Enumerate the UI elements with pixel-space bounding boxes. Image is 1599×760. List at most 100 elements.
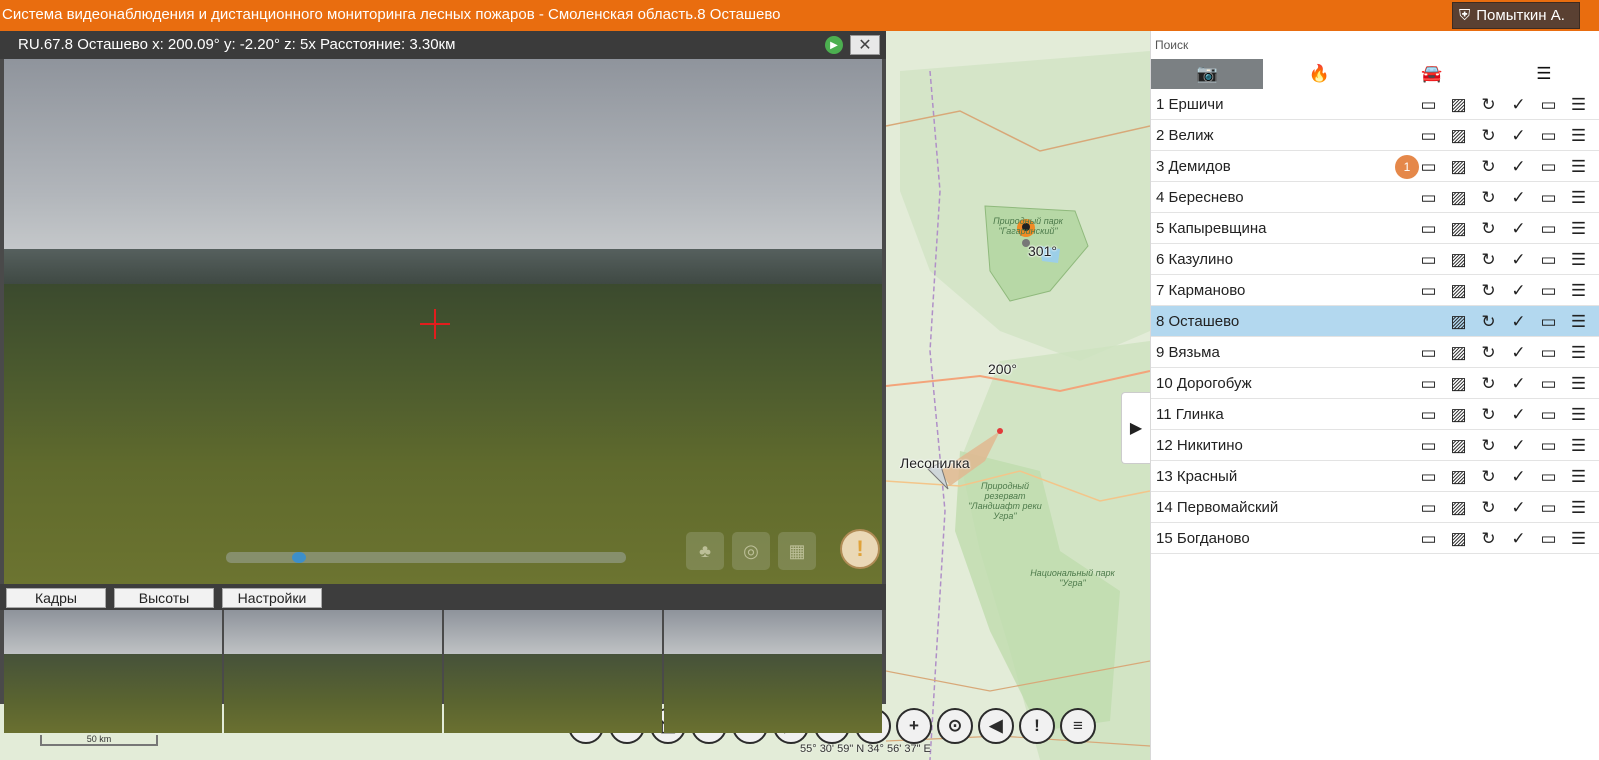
gallery-icon[interactable]: ▨ <box>1446 526 1471 551</box>
camera-row[interactable]: 6 Казулино ▭ ▨ ↻ ✓ ▭ ☰ <box>1151 244 1599 275</box>
camera-row[interactable]: 11 Глинка ▭ ▨ ↻ ✓ ▭ ☰ <box>1151 399 1599 430</box>
video-camera-icon[interactable]: ▭ <box>1416 340 1441 365</box>
video-camera-icon[interactable]: ▭ <box>1416 371 1441 396</box>
monitor-icon[interactable]: ▭ <box>1536 123 1561 148</box>
playback-progress[interactable] <box>226 552 626 563</box>
refresh-icon[interactable]: ↻ <box>1476 247 1501 272</box>
refresh-icon[interactable]: ↻ <box>1476 154 1501 179</box>
frame-thumbnail[interactable] <box>444 610 662 733</box>
server-icon[interactable]: ☰ <box>1566 309 1591 334</box>
refresh-icon[interactable]: ↻ <box>1476 402 1501 427</box>
tab-heights[interactable]: Высоты <box>114 588 214 608</box>
check-circle-icon[interactable]: ✓ <box>1506 216 1531 241</box>
check-circle-icon[interactable]: ✓ <box>1506 464 1531 489</box>
server-icon[interactable]: ☰ <box>1566 526 1591 551</box>
video-camera-icon[interactable]: ▭ <box>1416 278 1441 303</box>
search-field[interactable]: Поиск <box>1151 31 1599 59</box>
video-camera-icon[interactable]: ▭ <box>1416 464 1441 489</box>
camera-row[interactable]: 15 Богданово ▭ ▨ ↻ ✓ ▭ ☰ <box>1151 523 1599 554</box>
tab-frames[interactable]: Кадры <box>6 588 106 608</box>
camera-row[interactable]: 14 Первомайский ▭ ▨ ↻ ✓ ▭ ☰ <box>1151 492 1599 523</box>
grid-overlay-button[interactable]: ▦ <box>778 532 816 570</box>
gallery-icon[interactable]: ▨ <box>1446 371 1471 396</box>
monitor-icon[interactable]: ▭ <box>1536 526 1561 551</box>
refresh-icon[interactable]: ↻ <box>1476 278 1501 303</box>
check-circle-icon[interactable]: ✓ <box>1506 402 1531 427</box>
server-icon[interactable]: ☰ <box>1566 495 1591 520</box>
monitor-icon[interactable]: ▭ <box>1536 495 1561 520</box>
check-circle-icon[interactable]: ✓ <box>1506 309 1531 334</box>
monitor-icon[interactable]: ▭ <box>1536 402 1561 427</box>
check-circle-icon[interactable]: ✓ <box>1506 526 1531 551</box>
gallery-icon[interactable]: ▨ <box>1446 123 1471 148</box>
refresh-icon[interactable]: ↻ <box>1476 526 1501 551</box>
server-icon[interactable]: ☰ <box>1566 433 1591 458</box>
camera-row[interactable]: 5 Капыревщина ▭ ▨ ↻ ✓ ▭ ☰ <box>1151 213 1599 244</box>
check-circle-icon[interactable]: ✓ <box>1506 154 1531 179</box>
server-icon[interactable]: ☰ <box>1566 247 1591 272</box>
camera-row[interactable]: 1 Ершичи ▭ ▨ ↻ ✓ ▭ ☰ <box>1151 89 1599 120</box>
tab-fires[interactable]: 🔥 <box>1263 59 1375 89</box>
monitor-icon[interactable]: ▭ <box>1536 464 1561 489</box>
panel-expand-button[interactable]: ▶ <box>1121 392 1150 464</box>
check-circle-icon[interactable]: ✓ <box>1506 433 1531 458</box>
check-circle-icon[interactable]: ✓ <box>1506 123 1531 148</box>
video-camera-icon[interactable]: ▭ <box>1416 185 1441 210</box>
check-circle-icon[interactable]: ✓ <box>1506 340 1531 365</box>
gallery-icon[interactable]: ▨ <box>1446 402 1471 427</box>
camera-row[interactable]: 10 Дорогобуж ▭ ▨ ↻ ✓ ▭ ☰ <box>1151 368 1599 399</box>
server-icon[interactable]: ☰ <box>1566 92 1591 117</box>
monitor-icon[interactable]: ▭ <box>1536 247 1561 272</box>
server-icon[interactable]: ☰ <box>1566 216 1591 241</box>
tab-cameras[interactable]: 📷 <box>1151 59 1264 89</box>
check-circle-icon[interactable]: ✓ <box>1506 247 1531 272</box>
gallery-icon[interactable]: ▨ <box>1446 247 1471 272</box>
gallery-icon[interactable]: ▨ <box>1446 92 1471 117</box>
monitor-icon[interactable]: ▭ <box>1536 92 1561 117</box>
video-camera-icon[interactable]: ▭ <box>1416 495 1441 520</box>
globe-overlay-button[interactable]: ◎ <box>732 532 770 570</box>
check-circle-icon[interactable]: ✓ <box>1506 278 1531 303</box>
gallery-icon[interactable]: ▨ <box>1446 154 1471 179</box>
close-video-button[interactable]: ✕ <box>850 35 880 55</box>
add-point-button[interactable]: + <box>896 708 932 744</box>
camera-feed[interactable]: ♣ ◎ ▦ ! <box>4 59 882 584</box>
tab-settings[interactable]: Настройки <box>222 588 322 608</box>
check-circle-icon[interactable]: ✓ <box>1506 92 1531 117</box>
server-icon[interactable]: ☰ <box>1566 154 1591 179</box>
monitor-icon[interactable]: ▭ <box>1536 278 1561 303</box>
gallery-icon[interactable]: ▨ <box>1446 185 1471 210</box>
gallery-icon[interactable]: ▨ <box>1446 464 1471 489</box>
gallery-icon[interactable]: ▨ <box>1446 340 1471 365</box>
monitor-icon[interactable]: ▭ <box>1536 154 1561 179</box>
refresh-icon[interactable]: ↻ <box>1476 495 1501 520</box>
monitor-icon[interactable]: ▭ <box>1536 371 1561 396</box>
refresh-icon[interactable]: ↻ <box>1476 340 1501 365</box>
video-camera-icon[interactable]: ▭ <box>1416 216 1441 241</box>
check-circle-icon[interactable]: ✓ <box>1506 371 1531 396</box>
video-camera-icon[interactable]: ▭ <box>1416 92 1441 117</box>
refresh-icon[interactable]: ↻ <box>1476 433 1501 458</box>
monitor-icon[interactable]: ▭ <box>1536 185 1561 210</box>
refresh-icon[interactable]: ↻ <box>1476 123 1501 148</box>
server-icon[interactable]: ☰ <box>1566 371 1591 396</box>
monitor-icon[interactable]: ▭ <box>1536 340 1561 365</box>
gallery-icon[interactable]: ▨ <box>1446 278 1471 303</box>
refresh-icon[interactable]: ↻ <box>1476 216 1501 241</box>
video-camera-icon[interactable]: ▭ <box>1416 247 1441 272</box>
server-icon[interactable]: ☰ <box>1566 464 1591 489</box>
camera-row[interactable]: 12 Никитино ▭ ▨ ↻ ✓ ▭ ☰ <box>1151 430 1599 461</box>
sound-button[interactable]: ◀ <box>978 708 1014 744</box>
progress-knob[interactable] <box>292 552 306 563</box>
tab-layers[interactable]: ☰ <box>1488 59 1599 89</box>
server-icon[interactable]: ☰ <box>1566 123 1591 148</box>
refresh-icon[interactable]: ↻ <box>1476 309 1501 334</box>
camera-row[interactable]: 9 Вязьма ▭ ▨ ↻ ✓ ▭ ☰ <box>1151 337 1599 368</box>
play-button[interactable]: ▶ <box>825 36 843 54</box>
messages-button[interactable]: ≡ <box>1060 708 1096 744</box>
check-circle-icon[interactable]: ✓ <box>1506 495 1531 520</box>
video-camera-icon[interactable]: ▭ <box>1416 433 1441 458</box>
monitor-icon[interactable]: ▭ <box>1536 216 1561 241</box>
tab-vehicles[interactable]: 🚘 <box>1376 59 1488 89</box>
gallery-icon[interactable]: ▨ <box>1446 495 1471 520</box>
